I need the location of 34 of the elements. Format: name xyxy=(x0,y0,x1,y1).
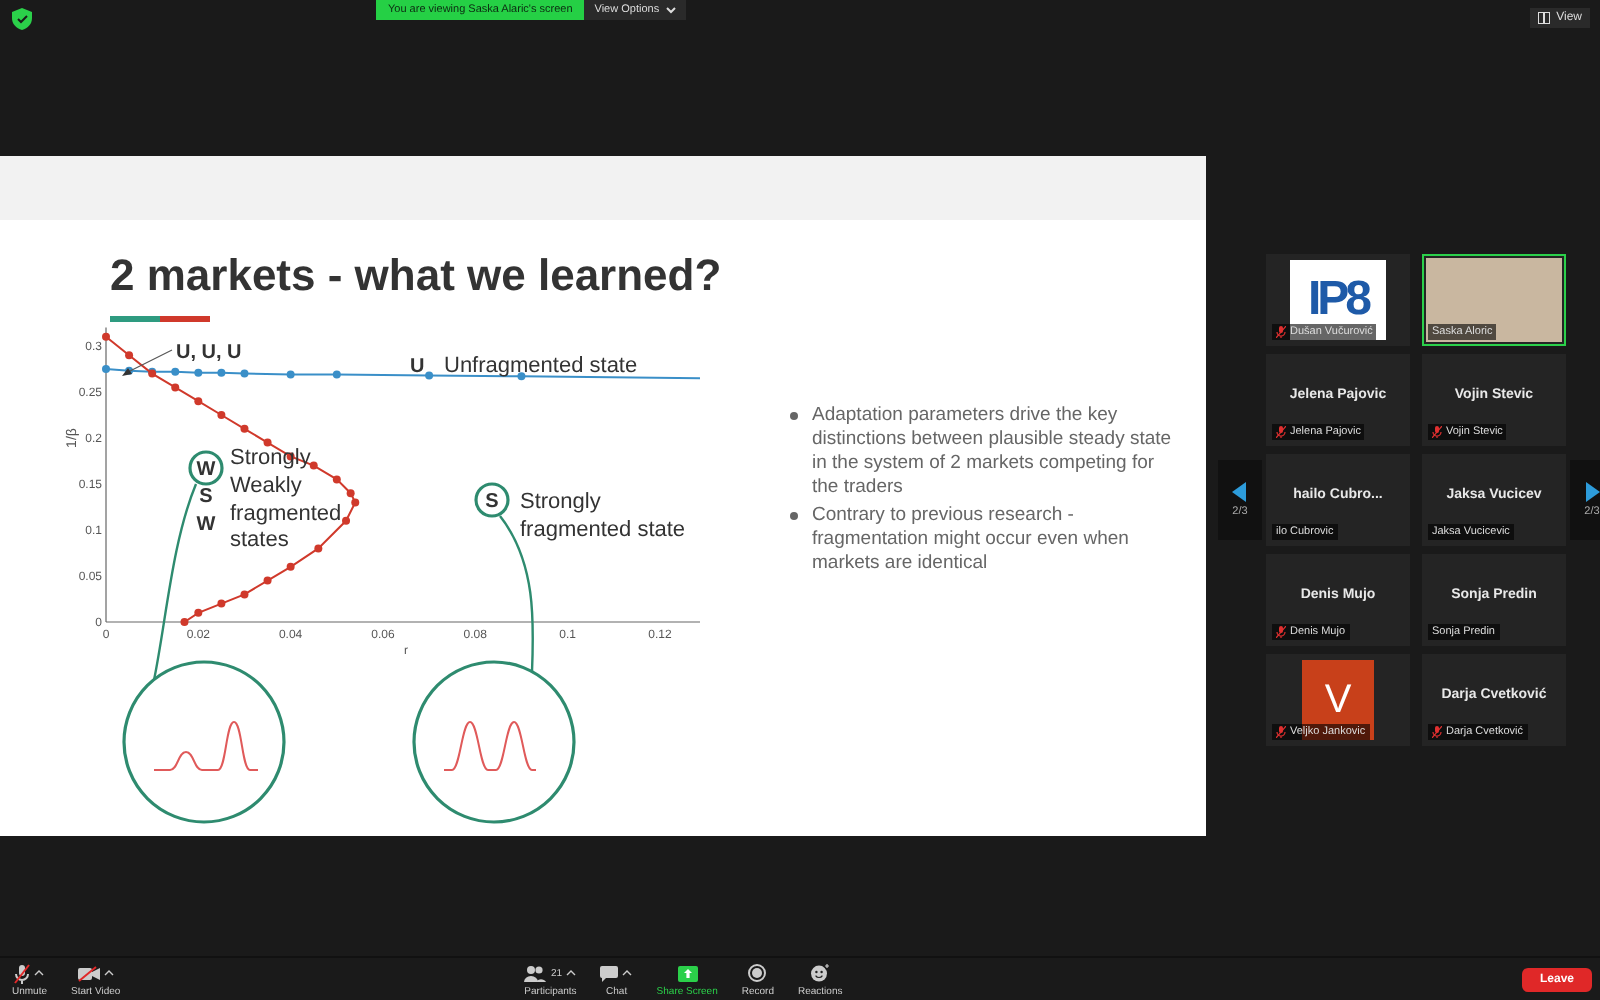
bullet-icon xyxy=(790,412,798,420)
bullet-point: Contrary to previous research - fragmentation might occur even when markets are identical xyxy=(812,504,1131,576)
caret-icon[interactable] xyxy=(622,970,633,976)
chart-annotation: Unfragmented state xyxy=(444,354,638,378)
right-arrow-icon xyxy=(1584,482,1600,502)
muted-mic-icon xyxy=(14,963,31,983)
people-icon xyxy=(524,965,547,981)
bullet-point: Adaptation parameters drive the key distinctions between plausible steady state in the system of 2 markets competing for the traders xyxy=(812,404,1174,500)
pointer-arrow xyxy=(122,349,173,376)
chat-icon xyxy=(600,965,619,981)
chart-annotation: Weakly xyxy=(230,474,302,498)
grid-icon xyxy=(1538,12,1551,24)
chart-annotation: Strongly xyxy=(520,490,601,514)
video-off-icon xyxy=(77,965,100,981)
slide-title: 2 markets - what we learned? xyxy=(110,248,722,304)
state-letter: S xyxy=(199,486,213,508)
circled-letter: S xyxy=(474,482,510,518)
left-arrow-icon xyxy=(1232,482,1248,502)
state-letter: U xyxy=(410,356,425,378)
shield-icon xyxy=(12,7,32,29)
chart-annotation: fragmented xyxy=(230,502,342,526)
chart-annotation: states xyxy=(230,528,289,552)
record-icon xyxy=(748,964,767,982)
circled-letter: W xyxy=(188,450,224,486)
chart-annotation: fragmented state xyxy=(520,518,686,542)
emoji-icon xyxy=(810,964,831,982)
state-letter: U, U, U xyxy=(176,342,242,364)
bullet-icon xyxy=(790,512,798,520)
share-screen-icon xyxy=(677,965,698,981)
caret-icon[interactable] xyxy=(34,970,45,976)
caret-icon[interactable] xyxy=(103,970,114,976)
state-letter: W xyxy=(196,514,216,536)
caret-icon[interactable] xyxy=(566,970,577,976)
chevron-icon xyxy=(665,6,676,14)
